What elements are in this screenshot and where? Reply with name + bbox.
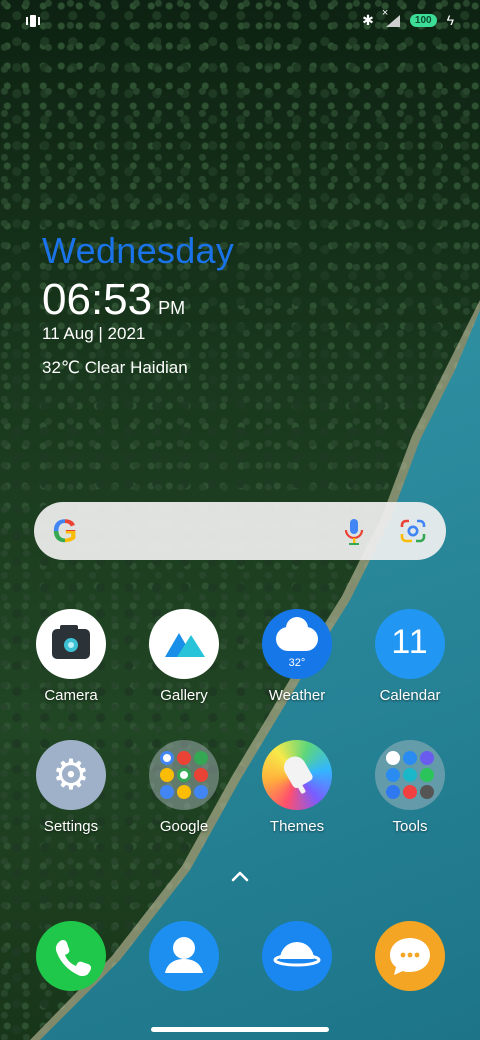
google-lens-icon[interactable] bbox=[400, 519, 426, 543]
app-label: Google bbox=[159, 818, 209, 835]
app-label: Calendar bbox=[379, 687, 441, 704]
app-label: Themes bbox=[269, 818, 325, 835]
calendar-icon[interactable]: 11 bbox=[375, 609, 445, 679]
calendar-icon-date: 11 bbox=[391, 623, 429, 661]
tools-folder-icon[interactable] bbox=[375, 740, 445, 810]
folder-tools[interactable]: Tools bbox=[360, 740, 460, 835]
clock-widget[interactable]: Wednesday 06:53 PM 11 Aug | 2021 32℃ Cle… bbox=[42, 230, 234, 378]
vibrate-icon bbox=[26, 13, 40, 29]
bluetooth-icon: ✱ bbox=[362, 12, 374, 28]
weather-icon-temp: 32° bbox=[288, 657, 306, 669]
battery-icon: 100 bbox=[409, 13, 437, 27]
weather-summary[interactable]: 32℃ Clear Haidian bbox=[42, 358, 234, 378]
app-weather[interactable]: 32° Weather bbox=[247, 609, 347, 704]
app-label: Weather bbox=[268, 687, 326, 704]
clock-date[interactable]: 11 Aug | 2021 bbox=[42, 324, 234, 344]
contacts-app-icon[interactable] bbox=[149, 921, 219, 991]
status-bar: ✱ 100 ϟ bbox=[0, 0, 480, 44]
day-label[interactable]: Wednesday bbox=[42, 230, 234, 272]
folder-google[interactable]: Google bbox=[134, 740, 234, 835]
app-label: Camera bbox=[44, 687, 98, 704]
clock-ampm: PM bbox=[158, 298, 186, 318]
google-folder-icon[interactable] bbox=[149, 740, 219, 810]
no-sim-signal-icon bbox=[382, 7, 400, 27]
app-label: Tools bbox=[392, 818, 428, 835]
gallery-icon[interactable] bbox=[149, 609, 219, 679]
settings-gear-icon[interactable]: ⚙ bbox=[36, 740, 106, 810]
browser-app-icon[interactable] bbox=[262, 921, 332, 991]
app-themes[interactable]: Themes bbox=[247, 740, 347, 835]
camera-icon[interactable] bbox=[36, 609, 106, 679]
app-gallery[interactable]: Gallery bbox=[134, 609, 234, 704]
app-settings[interactable]: ⚙ Settings bbox=[21, 740, 121, 835]
app-label: Settings bbox=[43, 818, 99, 835]
google-search-bar[interactable]: G bbox=[34, 502, 446, 560]
phone-app-icon[interactable] bbox=[36, 921, 106, 991]
app-camera[interactable]: Camera bbox=[21, 609, 121, 704]
microphone-icon[interactable] bbox=[342, 518, 366, 546]
google-logo-icon[interactable]: G bbox=[50, 514, 80, 548]
messages-app-icon[interactable] bbox=[375, 921, 445, 991]
app-label: Gallery bbox=[160, 687, 208, 704]
gesture-navigation-bar[interactable] bbox=[151, 1027, 329, 1032]
weather-icon[interactable]: 32° bbox=[262, 609, 332, 679]
chevron-up-icon[interactable] bbox=[229, 866, 251, 886]
themes-icon[interactable] bbox=[262, 740, 332, 810]
clock-time[interactable]: 06:53 bbox=[42, 278, 152, 322]
app-calendar[interactable]: 11 Calendar bbox=[360, 609, 460, 704]
charging-icon: ϟ bbox=[446, 12, 454, 28]
